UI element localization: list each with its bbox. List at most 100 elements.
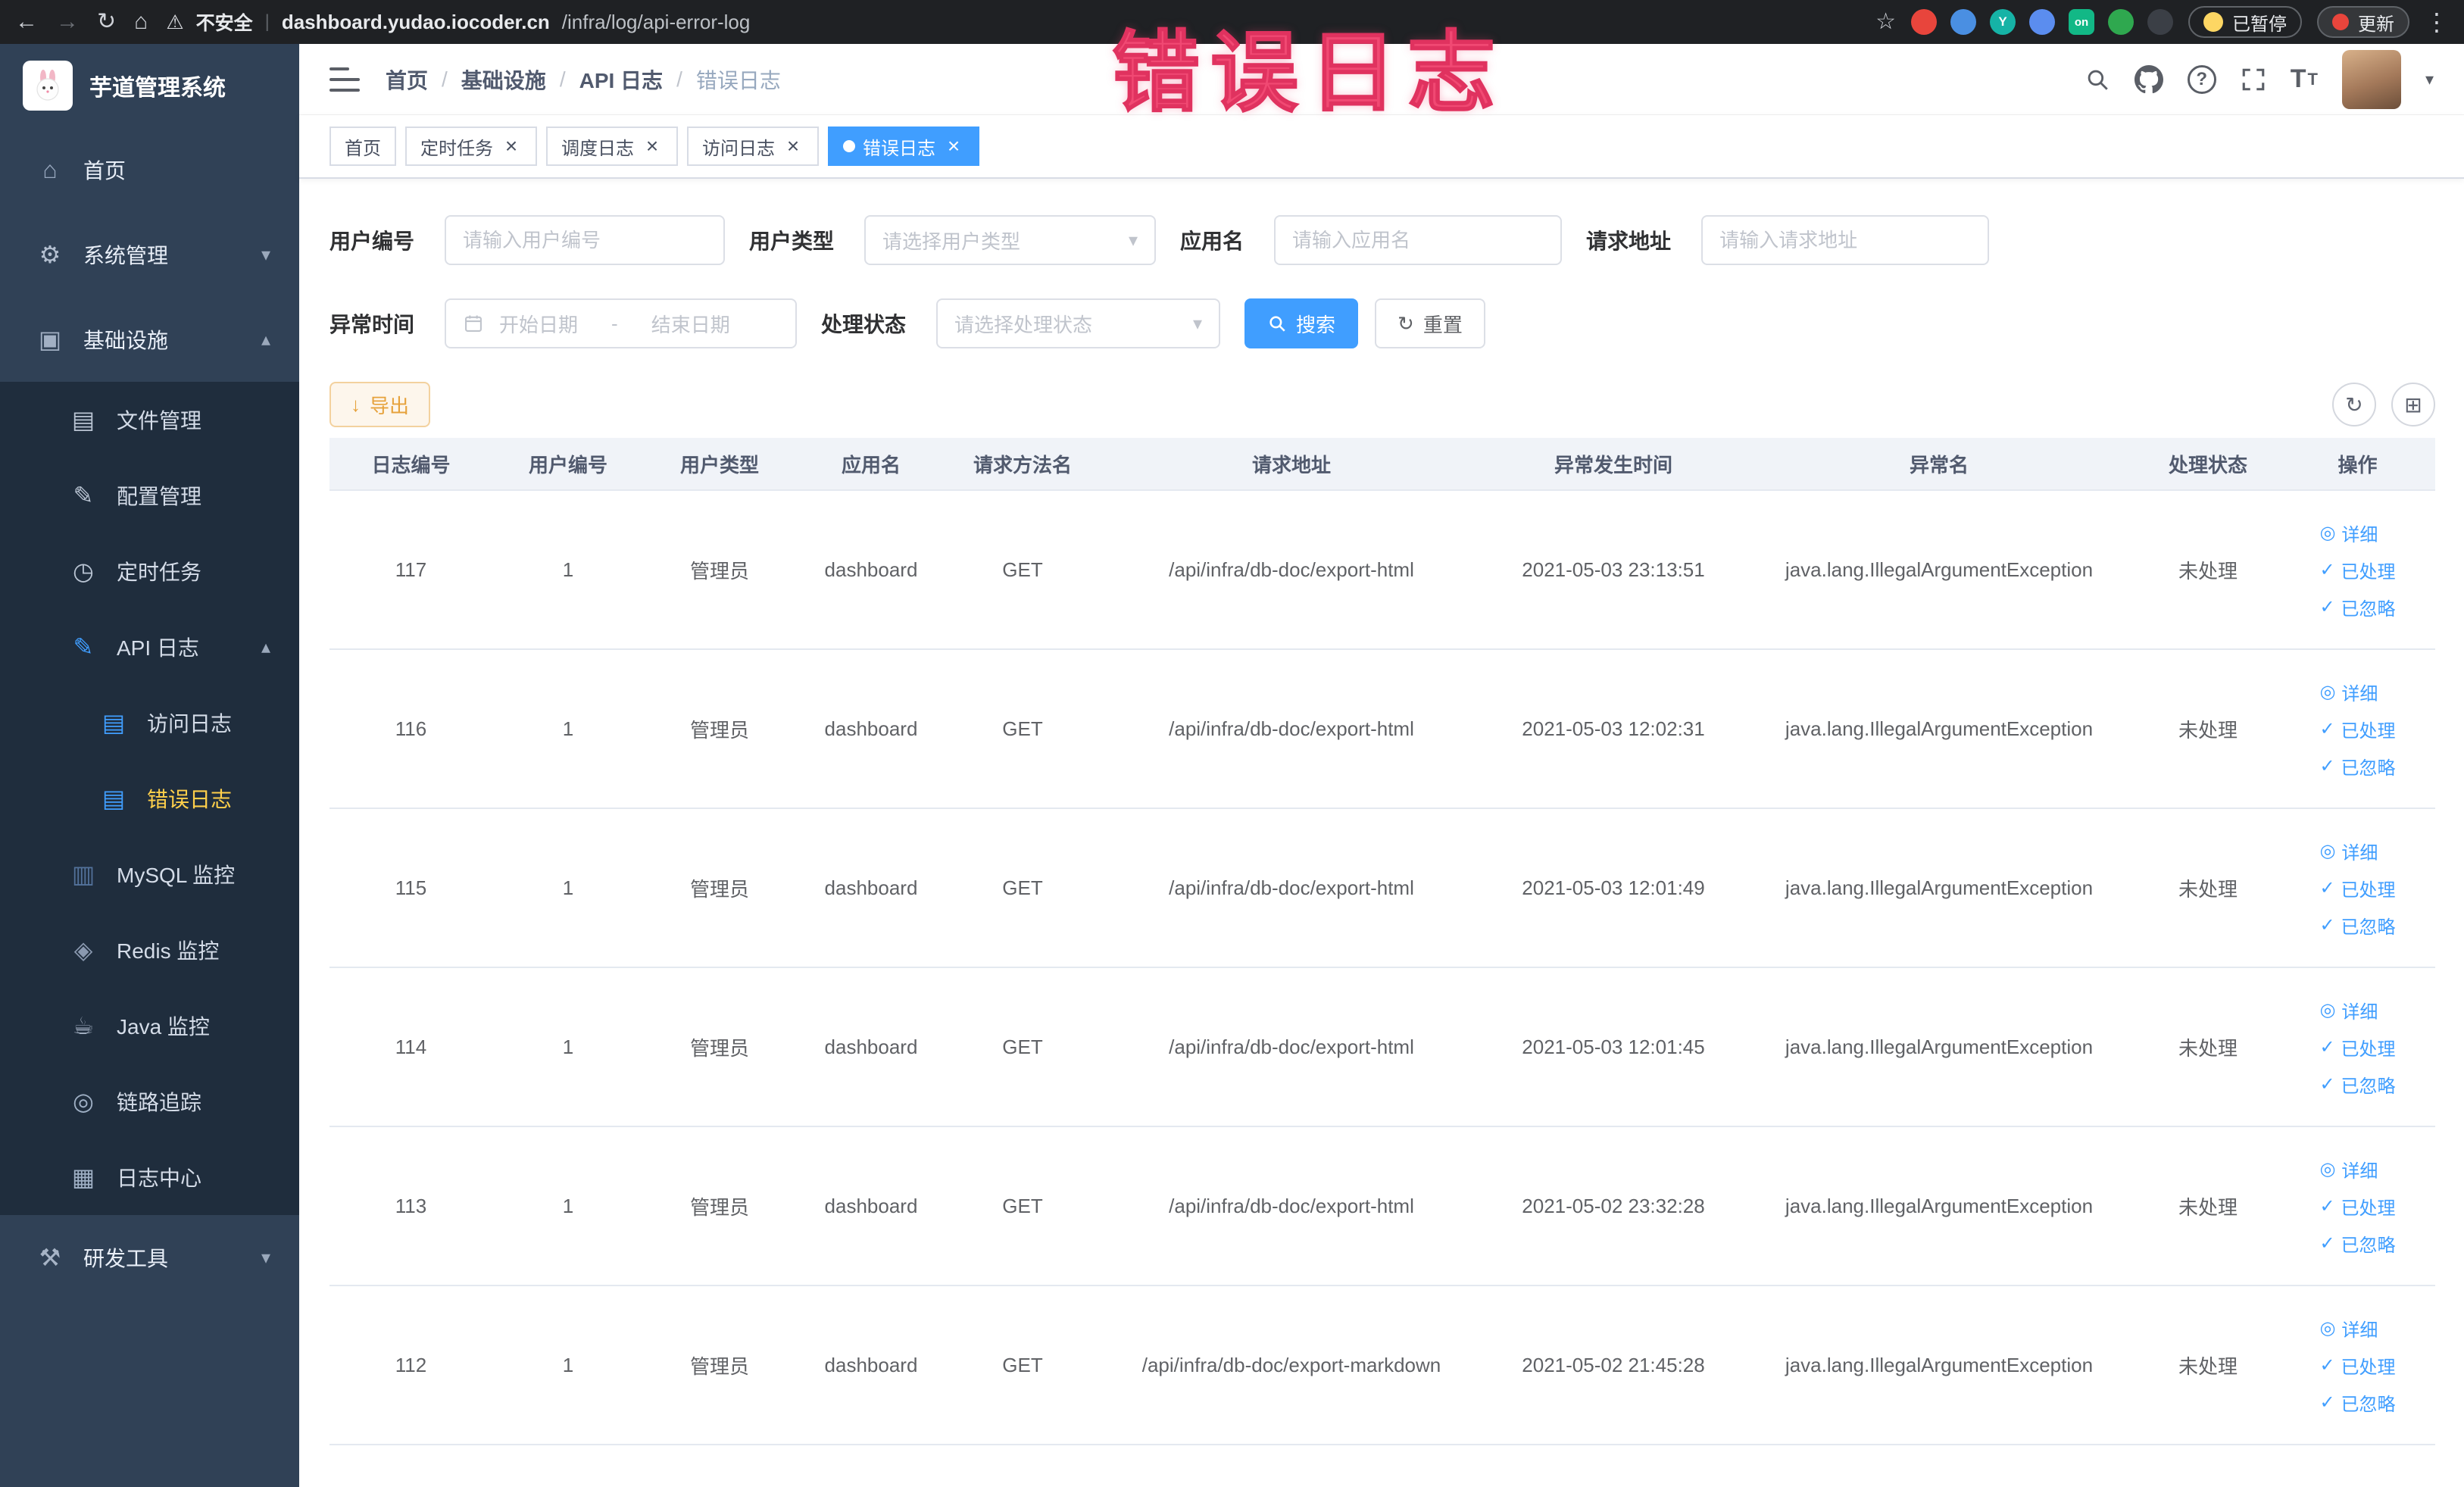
- filter-label-exception-time: 异常时间: [329, 313, 415, 336]
- ext-teal-icon[interactable]: Y: [1990, 9, 2016, 35]
- action-detail-link[interactable]: ◎ 详细: [2319, 1315, 2378, 1342]
- tab-item[interactable]: 定时任务 ×: [405, 127, 537, 166]
- avatar[interactable]: [2341, 49, 2401, 109]
- close-tab-icon[interactable]: ×: [782, 136, 804, 157]
- tab-item[interactable]: 访问日志 ×: [687, 127, 819, 166]
- check-icon: ✓: [2319, 718, 2335, 739]
- address-bar[interactable]: ⚠ 不安全 | dashboard.yudao.iocoder.cn/infra…: [166, 8, 1857, 36]
- action-processed-link[interactable]: ✓ 已处理: [2319, 716, 2395, 742]
- browser-home-icon[interactable]: ⌂: [134, 11, 148, 33]
- paused-chip[interactable]: 已暂停: [2188, 6, 2302, 38]
- breadcrumb-item: 错误日志: [695, 68, 781, 92]
- close-tab-icon[interactable]: ×: [501, 136, 522, 157]
- avatar-caret-icon[interactable]: ▾: [2425, 70, 2434, 89]
- action-ignored-link[interactable]: ✓ 已忽略: [2319, 753, 2395, 779]
- tab-label: 访问日志: [702, 138, 775, 159]
- font-size-icon[interactable]: TT: [2291, 64, 2318, 94]
- tab-item[interactable]: 错误日志 ×: [828, 127, 979, 166]
- action-detail-link[interactable]: ◎ 详细: [2319, 520, 2378, 546]
- process-status-select[interactable]: 请选择处理状态 ▾: [936, 298, 1221, 348]
- action-processed-link[interactable]: ✓ 已处理: [2319, 1193, 2395, 1220]
- action-processed-link[interactable]: ✓ 已处理: [2319, 557, 2395, 583]
- redis-icon: ◈: [73, 936, 93, 964]
- tab-item[interactable]: 调度日志 ×: [546, 127, 678, 166]
- ext-squares-icon[interactable]: [2029, 9, 2055, 35]
- request-url-input[interactable]: [1701, 215, 1990, 265]
- exception-time-range-picker[interactable]: 开始日期 - 结束日期: [445, 298, 798, 348]
- security-warning-icon[interactable]: ⚠: [166, 11, 183, 34]
- browser-menu-icon[interactable]: ⋮: [2425, 10, 2449, 34]
- sidebar-item-mysql-monitor[interactable]: ▥ MySQL 监控: [0, 836, 299, 912]
- action-processed-link[interactable]: ✓ 已处理: [2319, 1352, 2395, 1379]
- app-logo-row[interactable]: 芋道管理系统: [0, 44, 299, 127]
- action-ignored-link[interactable]: ✓ 已忽略: [2319, 1389, 2395, 1416]
- ext-plug-icon[interactable]: [2147, 9, 2173, 35]
- sidebar-item-access-log[interactable]: ▤ 访问日志: [0, 685, 299, 761]
- sidebar-item-scheduled-tasks[interactable]: ◷ 定时任务: [0, 533, 299, 609]
- refresh-table-button[interactable]: ↻: [2332, 383, 2376, 426]
- sidebar-item-log-center[interactable]: ▦ 日志中心: [0, 1139, 299, 1215]
- filter-label-app-name: 应用名: [1180, 230, 1244, 253]
- ext-blue-drop-icon[interactable]: [1950, 9, 1976, 35]
- reset-button[interactable]: ↻ 重置: [1375, 298, 1485, 348]
- action-ignored-link[interactable]: ✓ 已忽略: [2319, 594, 2395, 620]
- ext-red-icon[interactable]: [1911, 9, 1937, 35]
- action-detail-link[interactable]: ◎ 详细: [2319, 997, 2378, 1023]
- sidebar-item-trace[interactable]: ◎ 链路追踪: [0, 1064, 299, 1139]
- sidebar-item-error-log[interactable]: ▤ 错误日志: [0, 761, 299, 836]
- tab-label: 调度日志: [561, 138, 634, 159]
- cell-url: /api/infra/db-doc/export-html: [1169, 558, 1414, 581]
- ext-leaf-icon[interactable]: [2108, 9, 2134, 35]
- action-processed-link[interactable]: ✓ 已处理: [2319, 875, 2395, 901]
- search-icon[interactable]: [2085, 67, 2110, 92]
- breadcrumb-item[interactable]: API 日志: [579, 64, 663, 95]
- sidebar-item-api-log[interactable]: ✎ API 日志 ▴: [0, 609, 299, 685]
- security-label[interactable]: 不安全: [196, 8, 253, 36]
- action-ignored-link[interactable]: ✓ 已忽略: [2319, 912, 2395, 939]
- sidebar-item-redis-monitor[interactable]: ◈ Redis 监控: [0, 912, 299, 988]
- breadcrumb-item[interactable]: 首页: [386, 64, 428, 95]
- tab-item[interactable]: 首页: [329, 127, 396, 166]
- github-icon[interactable]: [2134, 64, 2163, 94]
- url-path[interactable]: /infra/log/api-error-log: [562, 11, 751, 34]
- sidebar-item-infrastructure[interactable]: ▣ 基础设施 ▴: [0, 297, 299, 382]
- cell-user-id: 1: [562, 1035, 574, 1058]
- sidebar-item-config-mgmt[interactable]: ✎ 配置管理: [0, 458, 299, 533]
- export-button[interactable]: ↓ 导出: [329, 382, 431, 427]
- sidebar-item-java-monitor[interactable]: ☕ Java 监控: [0, 988, 299, 1064]
- action-ignored-link[interactable]: ✓ 已忽略: [2319, 1230, 2395, 1257]
- action-detail-link[interactable]: ◎ 详细: [2319, 1156, 2378, 1182]
- tab-label: 错误日志: [863, 138, 935, 159]
- fullscreen-icon[interactable]: [2241, 67, 2266, 92]
- search-button[interactable]: 搜索: [1244, 298, 1359, 348]
- sidebar-toggle-icon[interactable]: [329, 67, 360, 92]
- breadcrumb-item[interactable]: 基础设施: [461, 64, 546, 95]
- user-id-input[interactable]: [445, 215, 726, 265]
- forward-icon[interactable]: →: [56, 11, 79, 33]
- table-header-row: 日志编号 用户编号 用户类型 应用名 请求方法名 请求地址 异常发生时间 异常名 处理状态 操作: [329, 438, 2435, 491]
- action-detail-link[interactable]: ◎ 详细: [2319, 679, 2378, 705]
- update-button[interactable]: 更新: [2317, 6, 2409, 38]
- sidebar-item-dev-tools[interactable]: ⚒ 研发工具 ▾: [0, 1215, 299, 1300]
- action-processed-link[interactable]: ✓ 已处理: [2319, 1034, 2395, 1061]
- ext-on-icon[interactable]: on: [2069, 9, 2094, 35]
- action-ignored-link[interactable]: ✓ 已忽略: [2319, 1071, 2395, 1098]
- cell-id: 116: [395, 717, 427, 740]
- sidebar-item-home[interactable]: ⌂ 首页: [0, 127, 299, 212]
- refresh-icon: ↻: [2345, 392, 2363, 417]
- help-icon[interactable]: ?: [2187, 64, 2216, 94]
- back-icon[interactable]: ←: [15, 11, 38, 33]
- column-settings-button[interactable]: ⊞: [2391, 383, 2435, 426]
- url-domain[interactable]: dashboard.yudao.iocoder.cn: [282, 11, 550, 34]
- app-name-input[interactable]: [1274, 215, 1563, 265]
- sidebar-item-system-mgmt[interactable]: ⚙ 系统管理 ▾: [0, 212, 299, 297]
- close-tab-icon[interactable]: ×: [943, 136, 964, 157]
- app-layout: 芋道管理系统 ⌂ 首页 ⚙ 系统管理 ▾ ▣ 基础设施 ▴ ▤ 文件管理 ✎ 配置管理 ◷ 定时任务 ✎ AP…: [0, 44, 2464, 1487]
- sidebar-item-file-mgmt[interactable]: ▤ 文件管理: [0, 382, 299, 458]
- sidebar-item-label: 访问日志: [147, 712, 233, 736]
- action-detail-link[interactable]: ◎ 详细: [2319, 838, 2378, 864]
- bookmark-star-icon[interactable]: ☆: [1875, 11, 1896, 33]
- reload-icon[interactable]: ↻: [97, 11, 116, 33]
- user-type-select[interactable]: 请选择用户类型 ▾: [864, 215, 1157, 265]
- close-tab-icon[interactable]: ×: [642, 136, 663, 157]
